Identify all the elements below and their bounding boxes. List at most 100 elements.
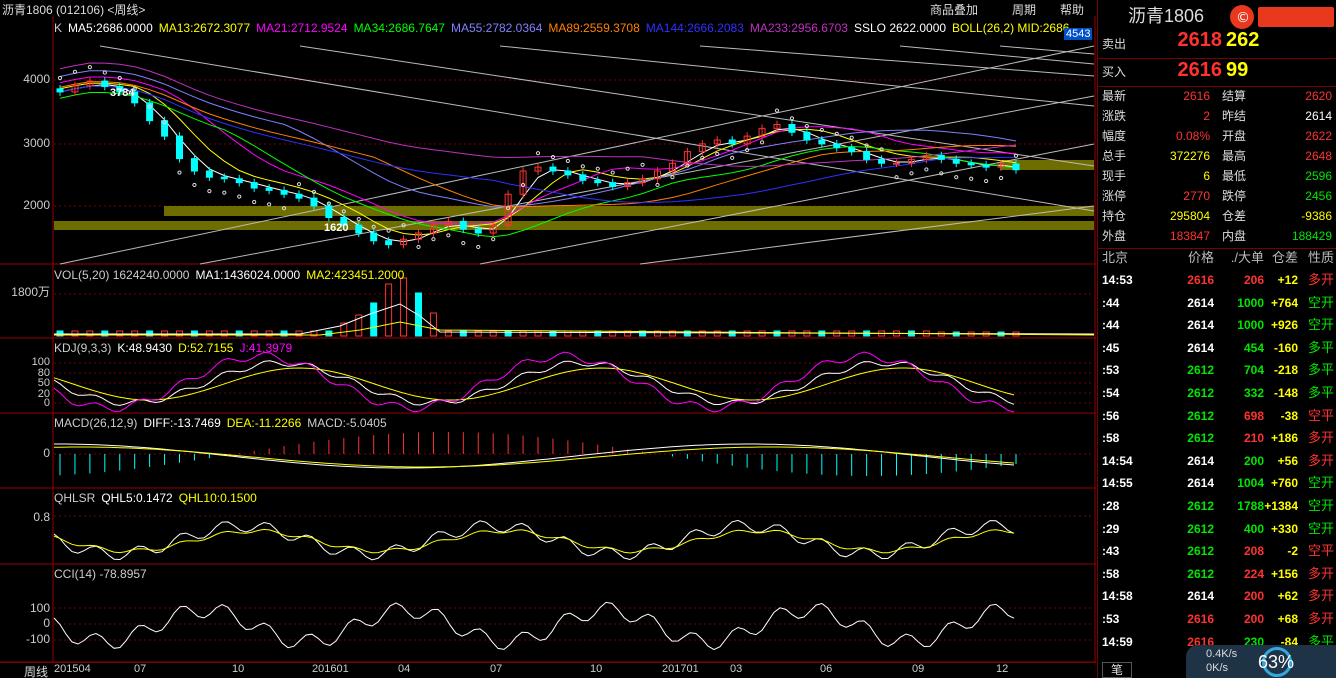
tick-nature: 多开: [1307, 430, 1334, 446]
tick-diff: +56: [1277, 453, 1298, 468]
ma-line: [59, 70, 1017, 208]
y-label-cci-100: 100: [29, 601, 50, 615]
sar-dot: [804, 123, 809, 129]
qhl-legend-item: QHL5:0.1472: [101, 491, 173, 505]
x-tick-label: 09: [912, 663, 925, 675]
kdj-legend-item: KDJ(9,3,3): [54, 341, 112, 355]
tick-nature: 多开: [1307, 611, 1334, 626]
title-bar: 沥青1806 (012106) <周线> 商品叠加 周期 帮助: [0, 0, 1096, 17]
macd-legend-item: MACD:-5.0405: [307, 416, 387, 430]
tick-diff: -160: [1273, 340, 1298, 355]
tick-price: 2614: [1187, 295, 1214, 310]
tick-price: 2612: [1187, 431, 1214, 446]
x-tick-label: 201601: [312, 663, 349, 675]
tick-row[interactable]: 14:58 2614 200 +62 多开: [1098, 585, 1336, 607]
stat-key: 最低: [1222, 169, 1247, 183]
tick-row[interactable]: :58 2612 210 +186 多开: [1098, 427, 1336, 449]
high-annotation: 3784: [110, 87, 135, 99]
tick-diff: +156: [1270, 566, 1298, 581]
tick-row[interactable]: :53 2616 200 +68 多开: [1098, 608, 1336, 630]
stat-row: 幅度 0.08% 开盘 2622: [1098, 126, 1336, 146]
sar-dot: [476, 244, 481, 250]
tick-price: 2612: [1187, 363, 1214, 378]
candle-body: [295, 193, 303, 199]
tick-row[interactable]: :29 2612 400 +330 空开: [1098, 518, 1336, 540]
candle-body: [967, 162, 975, 166]
main-legend-item: MA55:2782.0364: [450, 21, 543, 35]
ma-line: [59, 76, 1017, 225]
chart-area[interactable]: K MA5:2686.0000 MA13:2672.3077 MA21:2712.95…: [0, 16, 1096, 662]
download-speed: 0.4K/s: [1206, 648, 1238, 660]
tick-row[interactable]: :44 2614 1000 +764 空开: [1098, 292, 1336, 314]
tick-price: 2612: [1187, 499, 1214, 513]
volume-bar: [758, 330, 766, 337]
sar-dot: [267, 202, 272, 207]
candle-body: [728, 139, 736, 145]
candle-body: [549, 166, 557, 172]
ask-price: 2618: [1177, 29, 1223, 51]
tick-row[interactable]: :45 2614 454 -160 多平: [1098, 337, 1336, 359]
macd-diff-line: [54, 443, 1015, 469]
stat-value: 2620: [1305, 89, 1332, 103]
candle-body: [355, 224, 363, 234]
sar-dot: [924, 167, 929, 172]
cci-legend-item: CCI(14) -78.8957: [54, 567, 147, 581]
tick-price: 2612: [1187, 386, 1214, 400]
tick-row[interactable]: 14:54 2614 200 +56 多开: [1098, 450, 1336, 472]
tick-row[interactable]: :58 2612 224 +156 多开: [1098, 563, 1336, 585]
stat-value: 2622: [1305, 129, 1332, 143]
y-label-2000: 2000: [23, 198, 50, 212]
tick-diff: -218: [1273, 363, 1298, 378]
tick-nature: 空平: [1307, 407, 1334, 423]
vol-legend-item: MA2:423451.2000: [306, 268, 405, 282]
tick-tab[interactable]: 笔: [1102, 662, 1132, 678]
fan-line: [499, 45, 1095, 107]
tick-nature: 空开: [1307, 317, 1334, 333]
stat-row: 涨停 2770 跌停 2456: [1098, 186, 1336, 206]
tick-diff: +68: [1277, 612, 1298, 626]
sar-dot: [550, 154, 556, 160]
volume-bar: [594, 330, 602, 337]
main-legend-item: MA13:2672.3077: [158, 21, 251, 35]
stat-value: -9386: [1301, 209, 1332, 223]
stat-key: 仓差: [1222, 209, 1247, 223]
sar-dot: [431, 237, 436, 242]
price-chart[interactable]: [0, 16, 1096, 662]
sar-dot: [625, 166, 630, 171]
tick-row[interactable]: :53 2612 704 -218 多平: [1098, 359, 1336, 381]
sar-dot: [715, 151, 720, 157]
tick-price: 2612: [1187, 408, 1214, 423]
tick-nature: 空开: [1307, 294, 1334, 310]
tick-row[interactable]: :54 2612 332 -148 多平: [1098, 382, 1336, 404]
tick-row[interactable]: 14:53 2616 206 +12 多开: [1098, 269, 1336, 291]
tick-price: 2614: [1187, 453, 1214, 468]
tick-time: :45: [1102, 340, 1120, 355]
fan-line: [99, 45, 1095, 212]
support-band: [164, 206, 1094, 216]
tick-time: 14:59: [1102, 634, 1133, 649]
fan-line: [899, 45, 1095, 65]
tick-price: 2614: [1187, 318, 1214, 333]
candle-body: [220, 176, 228, 180]
main-legend-item: K: [54, 21, 63, 35]
bid-row: 买入 2616 99: [1098, 58, 1336, 86]
macd-legend-item: DEA:-11.2266: [226, 416, 302, 430]
tick-row[interactable]: :44 2614 1000 +926 空开: [1098, 314, 1336, 336]
tick-nature: 多开: [1307, 588, 1334, 604]
sar-dot: [595, 166, 600, 171]
tick-time: :53: [1102, 612, 1120, 626]
tick-diff: +926: [1270, 318, 1298, 333]
x-tick-label: 10: [232, 663, 245, 675]
candle-body: [56, 88, 64, 93]
stat-value: 2614: [1305, 109, 1332, 123]
qhl-legend-item: QHLSR: [54, 491, 96, 505]
candle-body: [101, 80, 109, 88]
main-legend-item: MA144:2666.2083: [645, 21, 744, 35]
tick-row[interactable]: :43 2612 208 -2 空平: [1098, 540, 1336, 562]
tick-row[interactable]: 14:55 2614 1004 +760 空开: [1098, 472, 1336, 494]
sar-dot: [102, 70, 107, 75]
tick-row[interactable]: :56 2612 698 -38 空平: [1098, 405, 1336, 427]
tick-row[interactable]: :28 2612 1788 +1384 空开: [1098, 495, 1336, 517]
candle-body: [594, 179, 602, 184]
stat-value: 295804: [1169, 209, 1210, 223]
